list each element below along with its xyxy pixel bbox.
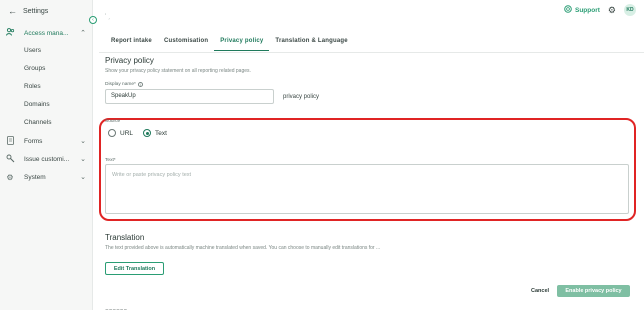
back-arrow-icon: ←: [8, 6, 17, 16]
tabs-divider: [99, 52, 644, 53]
main-content: ʻ ˏ Report intake Customisation Privacy …: [99, 14, 644, 310]
chevron-down-icon: ⌄: [80, 138, 86, 145]
scrolled-header-remnant: ʻ ˏ: [105, 14, 110, 20]
chevron-down-icon: ⌄: [80, 174, 86, 181]
sidebar-subitem-users[interactable]: Users: [24, 47, 41, 54]
sidebar-header-label: Settings: [23, 7, 49, 15]
tab-customisation[interactable]: Customisation: [158, 38, 214, 51]
sidebar-subitem-domains[interactable]: Domains: [24, 101, 50, 108]
settings-back-link[interactable]: ← Settings: [8, 6, 48, 16]
topbar-actions: Support ⚙ KD: [564, 4, 636, 16]
document-icon: [4, 135, 16, 147]
source-option-text[interactable]: Text: [143, 129, 167, 137]
display-name-input[interactable]: SpeakUp: [105, 89, 274, 104]
translation-description: The text provided above is automatically…: [105, 245, 381, 251]
sidebar-item-system[interactable]: ⚙ System ⌄: [4, 170, 90, 184]
sidebar-item-label: Access mana...: [24, 29, 69, 37]
gear-icon: ⚙: [6, 172, 14, 182]
users-icon: [4, 28, 16, 38]
text-field-label: Text*: [105, 158, 116, 163]
sidebar-subitem-roles[interactable]: Roles: [24, 83, 41, 90]
sidebar-item-forms[interactable]: Forms ⌄: [4, 134, 90, 148]
support-label: Support: [575, 6, 600, 14]
tools-icon: [4, 154, 16, 165]
sidebar-subitem-groups[interactable]: Groups: [24, 65, 45, 72]
settings-gear-icon[interactable]: ⚙: [608, 5, 616, 16]
sidebar-item-issue-customisation[interactable]: Issue customi... ⌄: [4, 152, 90, 166]
sidebar-item-label: Issue customi...: [24, 155, 70, 163]
radio-text[interactable]: [143, 129, 152, 137]
radio-url[interactable]: [108, 129, 116, 137]
chevron-left-icon: ‹: [92, 17, 94, 23]
sidebar-item-access-management[interactable]: Access mana... ⌃: [4, 26, 90, 40]
display-name-label: Display name*: [105, 82, 136, 87]
support-link[interactable]: Support: [564, 5, 600, 15]
sidebar: ← Settings Access mana... ⌃ Users Groups…: [0, 0, 93, 310]
avatar[interactable]: KD: [624, 4, 636, 16]
sidebar-item-label: Forms: [24, 137, 43, 145]
settings-tabs: Report intake Customisation Privacy poli…: [105, 38, 354, 51]
cancel-button[interactable]: Cancel: [531, 288, 549, 294]
enable-privacy-policy-button[interactable]: Enable privacy policy: [557, 285, 630, 297]
privacy-text-area[interactable]: Write or paste privacy policy text: [105, 164, 629, 214]
tab-report-intake[interactable]: Report intake: [105, 38, 158, 51]
tab-translation-language[interactable]: Translation & Language: [269, 38, 353, 51]
collapse-sidebar-button[interactable]: ‹: [89, 16, 97, 24]
privacy-policy-title: Privacy policy: [105, 56, 154, 65]
translation-title: Translation: [105, 233, 145, 242]
radio-url-label: URL: [120, 129, 134, 137]
radio-text-label: Text: [155, 129, 167, 137]
chevron-down-icon: ⌄: [80, 156, 86, 163]
info-icon: i: [137, 82, 143, 87]
tab-privacy-policy[interactable]: Privacy policy: [214, 38, 270, 51]
source-option-url[interactable]: URL: [108, 129, 133, 137]
source-label: Source: [105, 119, 121, 124]
display-name-suffix: privacy policy: [283, 94, 320, 100]
sidebar-item-label: System: [24, 173, 46, 181]
privacy-policy-description: Show your privacy policy statement on al…: [105, 68, 251, 74]
sidebar-subitem-channels[interactable]: Channels: [24, 119, 51, 126]
source-radio-group: URL Text: [108, 129, 173, 137]
chevron-up-icon: ⌃: [80, 30, 86, 37]
lifebuoy-icon: [564, 5, 572, 15]
edit-translation-button[interactable]: Edit Translation: [105, 262, 164, 275]
display-name-label-row: Display name* i: [105, 82, 143, 87]
